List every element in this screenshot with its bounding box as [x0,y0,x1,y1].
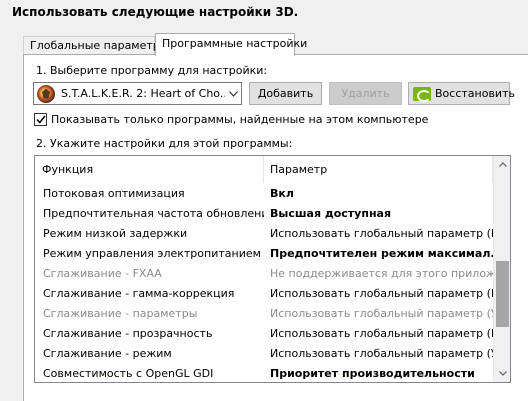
setting-function-cell: Режим низкой задержки [43,226,188,240]
setting-parameter-cell[interactable]: Использовать глобальный параметр (Вкл) [264,287,493,300]
step2-label: 2. Укажите настройки для этой программы: [36,137,293,150]
table-row[interactable]: Сглаживание - FXAA Не поддерживается для … [35,263,493,283]
delete-program-button[interactable]: Удалить [329,82,402,105]
setting-parameter-cell[interactable]: Использовать глобальный параметр (У... [264,307,493,320]
page-heading: Использовать следующие настройки 3D. [12,5,299,19]
setting-function-cell: Режим управления электропитанием [43,246,261,260]
scroll-up-arrow-icon[interactable] [494,156,510,173]
tab-program-settings[interactable]: Программные настройки [155,33,307,56]
show-found-programs-option[interactable]: Показывать только программы, найденные н… [34,113,428,126]
program-select[interactable]: S.T.A.L.K.E.R. 2: Heart of Cho... [33,82,242,105]
setting-parameter-cell[interactable]: Высшая доступная [264,207,493,220]
setting-parameter-cell[interactable]: Приоритет производительности [264,367,493,380]
setting-parameter-cell[interactable]: Предпочтителен режим максимал... [264,247,493,260]
table-row[interactable]: Предпочтительная частота обновлени... Выс… [35,203,493,223]
column-header-parameter[interactable]: Параметр [264,156,493,183]
step1-label: 1. Выберите программу для настройки: [36,64,268,77]
setting-function-cell: Сглаживание - FXAA [43,266,162,280]
grid-header: Функция Параметр [35,156,493,183]
setting-parameter-cell[interactable]: Использовать глобальный параметр (У... [264,347,493,360]
vertical-scrollbar[interactable] [493,156,510,382]
setting-function-cell: Сглаживание - режим [43,346,172,360]
settings-grid[interactable]: Функция Параметр Потоковая оптимизация Вк… [34,155,511,383]
program-select-value: S.T.A.L.K.E.R. 2: Heart of Cho... [61,87,225,100]
table-row[interactable]: Сглаживание - режим Использовать глобальн… [35,343,493,363]
chevron-down-icon [225,90,241,97]
restore-button-label: Восстановить [435,87,515,100]
table-row[interactable]: Сглаживание - параметры Использовать глоб… [35,303,493,323]
show-found-programs-checkbox[interactable] [34,113,47,126]
setting-function-cell: Предпочтительная частота обновлени... [43,206,264,220]
table-row[interactable]: Сглаживание - гамма-коррекция Использоват… [35,283,493,303]
setting-function-cell: Сглаживание - прозрачность [43,326,213,340]
setting-function-cell: Сглаживание - параметры [43,306,198,320]
setting-function-cell: Потоковая оптимизация [43,186,185,200]
scrollbar-thumb[interactable] [496,261,509,327]
table-row[interactable]: Совместимость с OpenGL GDI Приоритет прои… [35,363,493,382]
table-row[interactable]: Режим управления электропитанием Предпочт… [35,243,493,263]
restore-button[interactable]: Восстановить [408,82,515,105]
setting-parameter-cell[interactable]: Не поддерживается для этого приложе... [264,267,493,280]
setting-function-cell: Сглаживание - гамма-коррекция [43,286,235,300]
table-row[interactable]: Потоковая оптимизация Вкл [35,183,493,203]
setting-parameter-cell[interactable]: Использовать глобальный параметр (В... [264,327,493,340]
setting-parameter-cell[interactable]: Вкл [264,187,493,200]
setting-parameter-cell[interactable]: Использовать глобальный параметр (В... [264,227,493,240]
setting-function-cell: Совместимость с OpenGL GDI [43,366,214,380]
table-row[interactable]: Сглаживание - прозрачность Использовать г… [35,323,493,343]
add-program-button[interactable]: Добавить [249,82,322,105]
stalker-game-icon [37,84,55,103]
scroll-down-arrow-icon[interactable] [494,365,510,382]
table-row[interactable]: Режим низкой задержки Использовать глобал… [35,223,493,243]
grid-body: Потоковая оптимизация Вкл Предпочтительная… [35,183,493,382]
show-found-programs-label: Показывать только программы, найденные н… [51,113,429,126]
nvidia-logo-icon [413,86,431,102]
column-header-function[interactable]: Функция [35,156,264,183]
tab-global-settings[interactable]: Глобальные параметры [23,36,168,55]
